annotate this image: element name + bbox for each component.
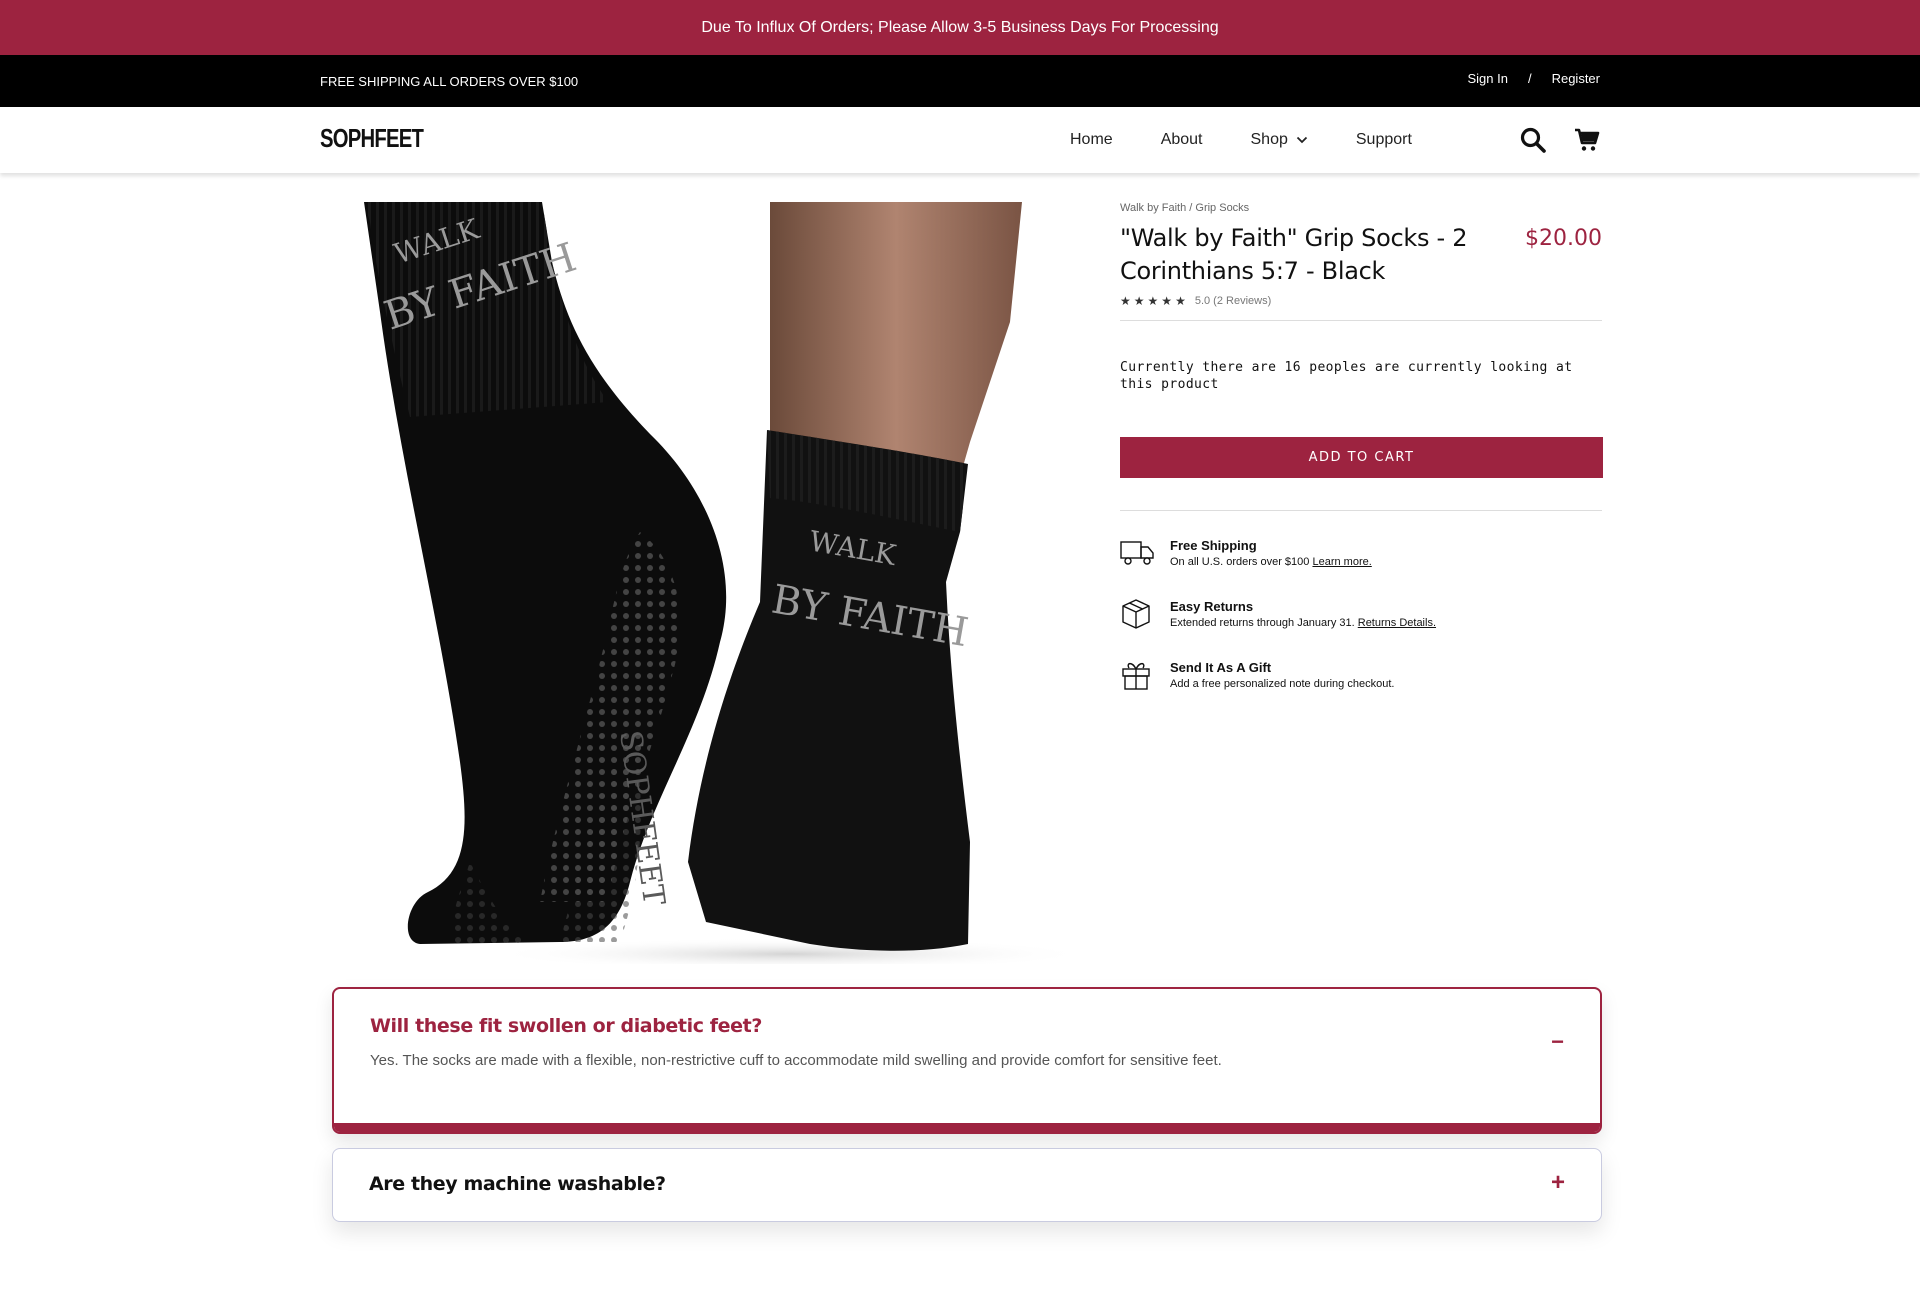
header-actions [1520, 107, 1600, 173]
nav-shop-label: Shop [1250, 131, 1288, 148]
perks-list: Free Shipping On all U.S. orders over $1… [1120, 535, 1602, 693]
perk-free-shipping: Free Shipping On all U.S. orders over $1… [1120, 535, 1602, 571]
viewers-notice: Currently there are 16 peoples are curre… [1120, 360, 1573, 392]
gift-icon [1120, 657, 1170, 693]
star-icon: ★ [1175, 294, 1187, 308]
sign-in-link[interactable]: Sign In [1467, 71, 1507, 86]
divider [1120, 510, 1602, 511]
faq-item-expanded[interactable]: Will these fit swollen or diabetic feet?… [332, 987, 1602, 1134]
breadcrumb[interactable]: Walk by Faith / Grip Socks [1120, 202, 1602, 214]
collapse-toggle-icon[interactable]: − [1551, 1029, 1564, 1055]
learn-more-link[interactable]: Learn more. [1312, 556, 1371, 568]
product-rating[interactable]: ★ ★ ★ ★ ★ 5.0 (2 Reviews) [1120, 294, 1602, 308]
product-price: $20.00 [1525, 226, 1602, 251]
truck-icon [1120, 535, 1170, 571]
account-links: Sign In / Register [1467, 55, 1600, 107]
rating-text: 5.0 (2 Reviews) [1194, 295, 1272, 307]
cart-icon[interactable] [1574, 128, 1600, 152]
perk-desc: Add a free personalized note during chec… [1170, 678, 1395, 690]
perk-title: Send It As A Gift [1170, 660, 1272, 675]
nav-home[interactable]: Home [1070, 131, 1113, 149]
perk-easy-returns: Easy Returns Extended returns through Ja… [1120, 596, 1602, 632]
main-header: SOPHFEET Home About Shop Support [0, 107, 1920, 173]
product-image[interactable]: WALK BY FAITH WALK BY FAITH SOPHFEET [320, 202, 1090, 964]
search-icon[interactable] [1520, 127, 1546, 153]
box-icon [1120, 596, 1170, 632]
nav-support[interactable]: Support [1356, 131, 1412, 149]
title-row: "Walk by Faith" Grip Socks - 2 Corinthia… [1120, 222, 1602, 288]
star-icon: ★ [1120, 294, 1132, 308]
returns-details-link[interactable]: Returns Details. [1358, 617, 1436, 629]
perk-gift: Send It As A Gift Add a free personalize… [1120, 657, 1602, 693]
faq-answer: Yes. The socks are made with a flexible,… [370, 1052, 1222, 1069]
nav-about[interactable]: About [1161, 131, 1203, 149]
faq-item-collapsed[interactable]: Are they machine washable? + [332, 1148, 1602, 1222]
perk-desc: On all U.S. orders over $100 [1170, 556, 1310, 568]
star-icon: ★ [1133, 294, 1146, 308]
main-nav: Home About Shop Support [1070, 107, 1412, 173]
perk-desc: Extended returns through January 31. [1170, 617, 1355, 629]
site-logo[interactable]: SOPHFEET [320, 123, 424, 154]
product-title: "Walk by Faith" Grip Socks - 2 Corinthia… [1120, 224, 1468, 285]
register-link[interactable]: Register [1552, 71, 1600, 86]
announcement-text: Due To Influx Of Orders; Please Allow 3-… [701, 18, 1219, 36]
faq-question[interactable]: Will these fit swollen or diabetic feet? [370, 1015, 762, 1037]
announcement-bar: Due To Influx Of Orders; Please Allow 3-… [0, 0, 1920, 55]
perk-title: Free Shipping [1170, 538, 1257, 553]
top-bar: FREE SHIPPING ALL ORDERS OVER $100 Sign … [0, 55, 1920, 107]
add-to-cart-button[interactable]: ADD TO CART [1120, 437, 1603, 478]
divider [1120, 320, 1602, 321]
star-icon: ★ [1147, 294, 1160, 308]
rating-stars: ★ ★ ★ ★ ★ [1120, 294, 1187, 308]
shipping-promo: FREE SHIPPING ALL ORDERS OVER $100 [320, 73, 579, 89]
star-icon: ★ [1161, 294, 1174, 308]
expand-toggle-icon[interactable]: + [1551, 1169, 1565, 1197]
product-info: Walk by Faith / Grip Socks "Walk by Fait… [1120, 202, 1603, 718]
perk-title: Easy Returns [1170, 599, 1254, 614]
faq-question[interactable]: Are they machine washable? [369, 1173, 666, 1195]
account-separator: / [1527, 70, 1532, 86]
faq-accent-bar [334, 1123, 1600, 1132]
chevron-down-icon [1296, 136, 1308, 144]
nav-shop[interactable]: Shop [1251, 131, 1308, 149]
